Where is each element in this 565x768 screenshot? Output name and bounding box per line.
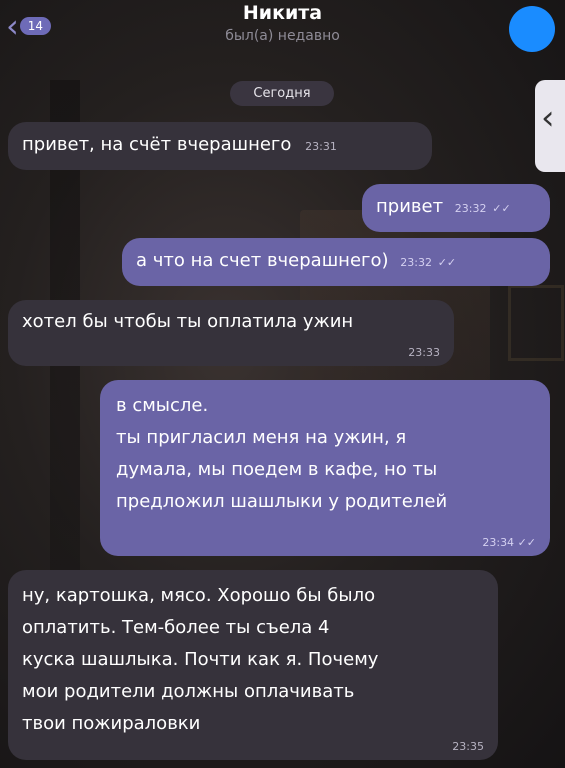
message-line: куска шашлыка. Почти как я. Почему [22, 649, 379, 670]
contact-name[interactable]: Никита [0, 2, 565, 24]
background-frame [508, 285, 564, 361]
message-outgoing[interactable]: в смысле. ты пригласил меня на ужин, я д… [100, 380, 550, 556]
date-divider: Сегодня [230, 81, 334, 106]
message-line: предложил шашлыки у родителей [116, 491, 448, 512]
message-time: 23:33 [408, 346, 440, 359]
message-line: думала, мы поедем в кафе, но ты [116, 459, 438, 480]
message-text: привет [376, 196, 444, 217]
message-line: мои родители должны оплачивать [22, 681, 355, 702]
message-time: 23:31 [305, 140, 337, 153]
side-panel-handle[interactable]: ‹ [535, 80, 565, 172]
message-text: а что на счет вчерашнего) [136, 250, 389, 271]
message-line: в смысле. [116, 395, 209, 416]
message-outgoing[interactable]: а что на счет вчерашнего) 23:32 ✓✓ [122, 238, 550, 286]
message-line: ну, картошка, мясо. Хорошо бы было [22, 585, 376, 606]
message-time: 23:32 [400, 256, 432, 269]
message-incoming[interactable]: ну, картошка, мясо. Хорошо бы было оплат… [8, 570, 498, 760]
chevron-left-icon: ‹ [541, 98, 555, 138]
chat-header: ‹ 14 Никита был(а) недавно [0, 0, 565, 62]
message-incoming[interactable]: привет, на счёт вчерашнего 23:31 [8, 122, 432, 170]
message-line: твои пожираловки [22, 713, 201, 734]
message-line: ты пригласил меня на ужин, я [116, 427, 407, 448]
message-time: 23:34 [482, 536, 515, 549]
double-check-icon: ✓✓ [492, 202, 511, 215]
message-time: 23:32 [454, 202, 487, 215]
message-incoming[interactable]: хотел бы чтобы ты оплатила ужин 23:33 [8, 300, 454, 366]
double-check-icon: ✓✓ [437, 256, 457, 269]
message-time: 23:35 [452, 740, 484, 753]
message-meta: 23:34 ✓✓ [482, 536, 536, 550]
contact-status: был(а) недавно [225, 28, 340, 44]
message-line: оплатить. Тем-более ты съела 4 [22, 617, 330, 638]
avatar[interactable] [509, 6, 555, 52]
message-text: привет, на счёт вчерашнего [22, 134, 292, 155]
message-outgoing[interactable]: привет 23:32 ✓✓ [362, 184, 550, 232]
double-check-icon: ✓✓ [517, 536, 536, 549]
message-text: хотел бы чтобы ты оплатила ужин [22, 311, 354, 332]
